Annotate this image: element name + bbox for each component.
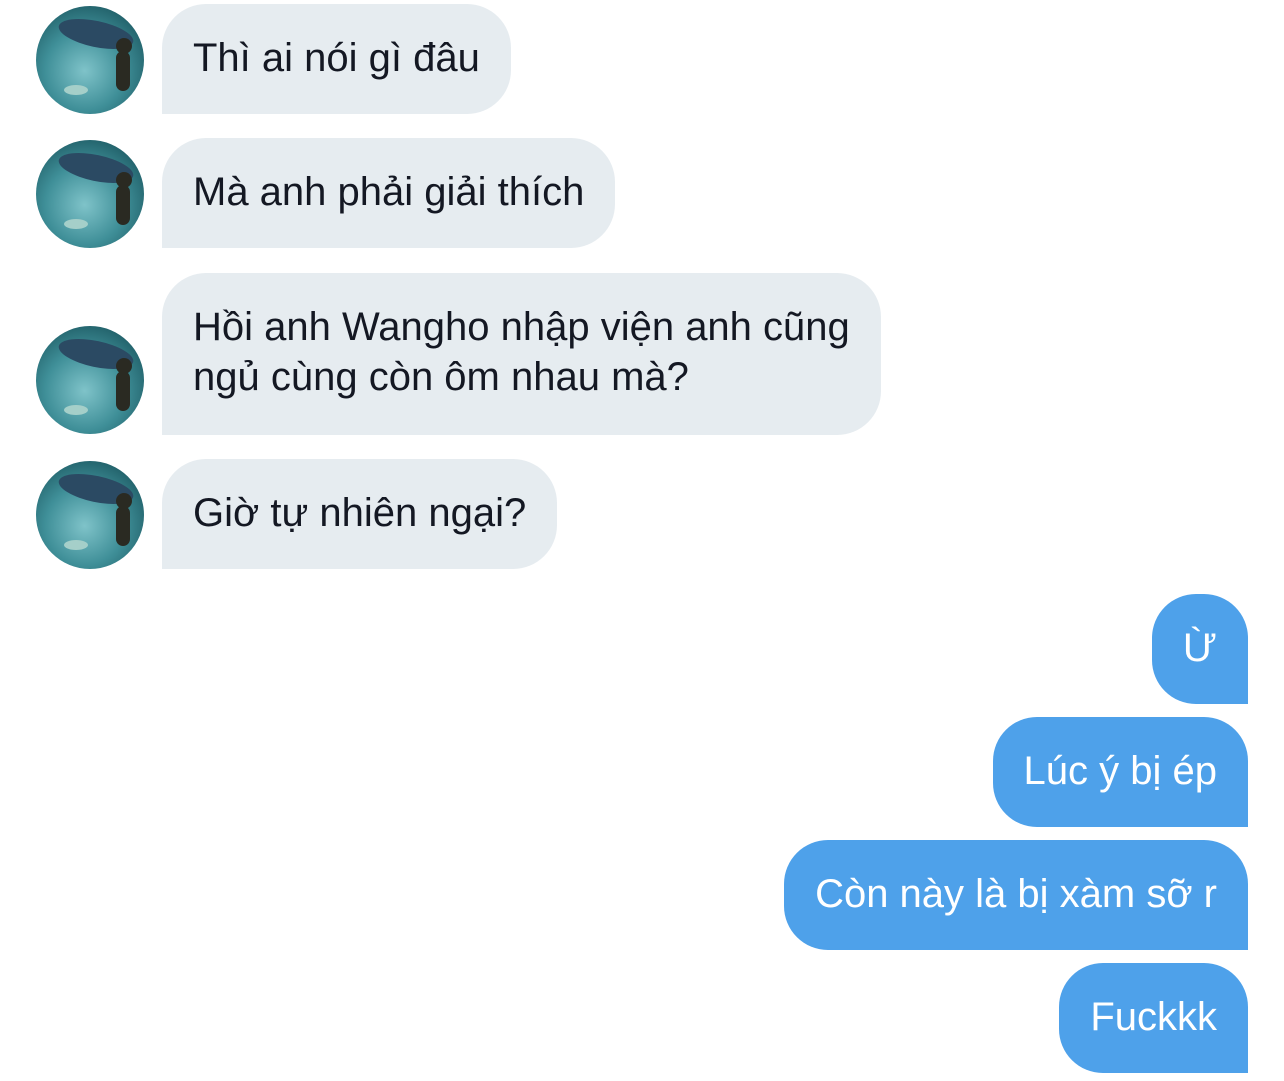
chat-thread[interactable]: Thì ai nói gì đâu Mà anh phải giải thích… (0, 0, 1284, 1081)
incoming-message[interactable]: Thì ai nói gì đâu (162, 4, 511, 114)
avatar-photo-icon (58, 474, 134, 550)
outgoing-message[interactable]: Fuckkk (1059, 963, 1248, 1073)
outgoing-message[interactable]: Ừ (1151, 594, 1248, 704)
avatar[interactable] (36, 461, 144, 569)
avatar[interactable] (36, 326, 144, 434)
message-text: Ừ (1182, 626, 1217, 670)
avatar-photo-icon (58, 19, 134, 95)
incoming-message[interactable]: Giờ tự nhiên ngại? (162, 459, 558, 569)
message-text: Còn này là bị xàm sỡ r (815, 872, 1217, 916)
message-text: Fuckkk (1090, 995, 1217, 1039)
message-text: Thì ai nói gì đâu (193, 36, 480, 80)
outgoing-message[interactable]: Lúc ý bị ép (992, 717, 1248, 827)
incoming-message[interactable]: Hồi anh Wangho nhập viện anh cũng ngủ cù… (162, 273, 881, 435)
avatar[interactable] (36, 140, 144, 248)
message-text: Giờ tự nhiên ngại? (193, 491, 527, 535)
incoming-message[interactable]: Mà anh phải giải thích (162, 138, 616, 248)
avatar[interactable] (36, 6, 144, 114)
message-text: Mà anh phải giải thích (193, 170, 585, 214)
avatar-photo-icon (58, 339, 134, 415)
message-text: Lúc ý bị ép (1023, 749, 1217, 793)
message-text-line: Hồi anh Wangho nhập viện anh cũng (193, 305, 850, 349)
message-text-line: ngủ cùng còn ôm nhau mà? (193, 355, 689, 399)
avatar-photo-icon (58, 153, 134, 229)
outgoing-message[interactable]: Còn này là bị xàm sỡ r (784, 840, 1248, 950)
